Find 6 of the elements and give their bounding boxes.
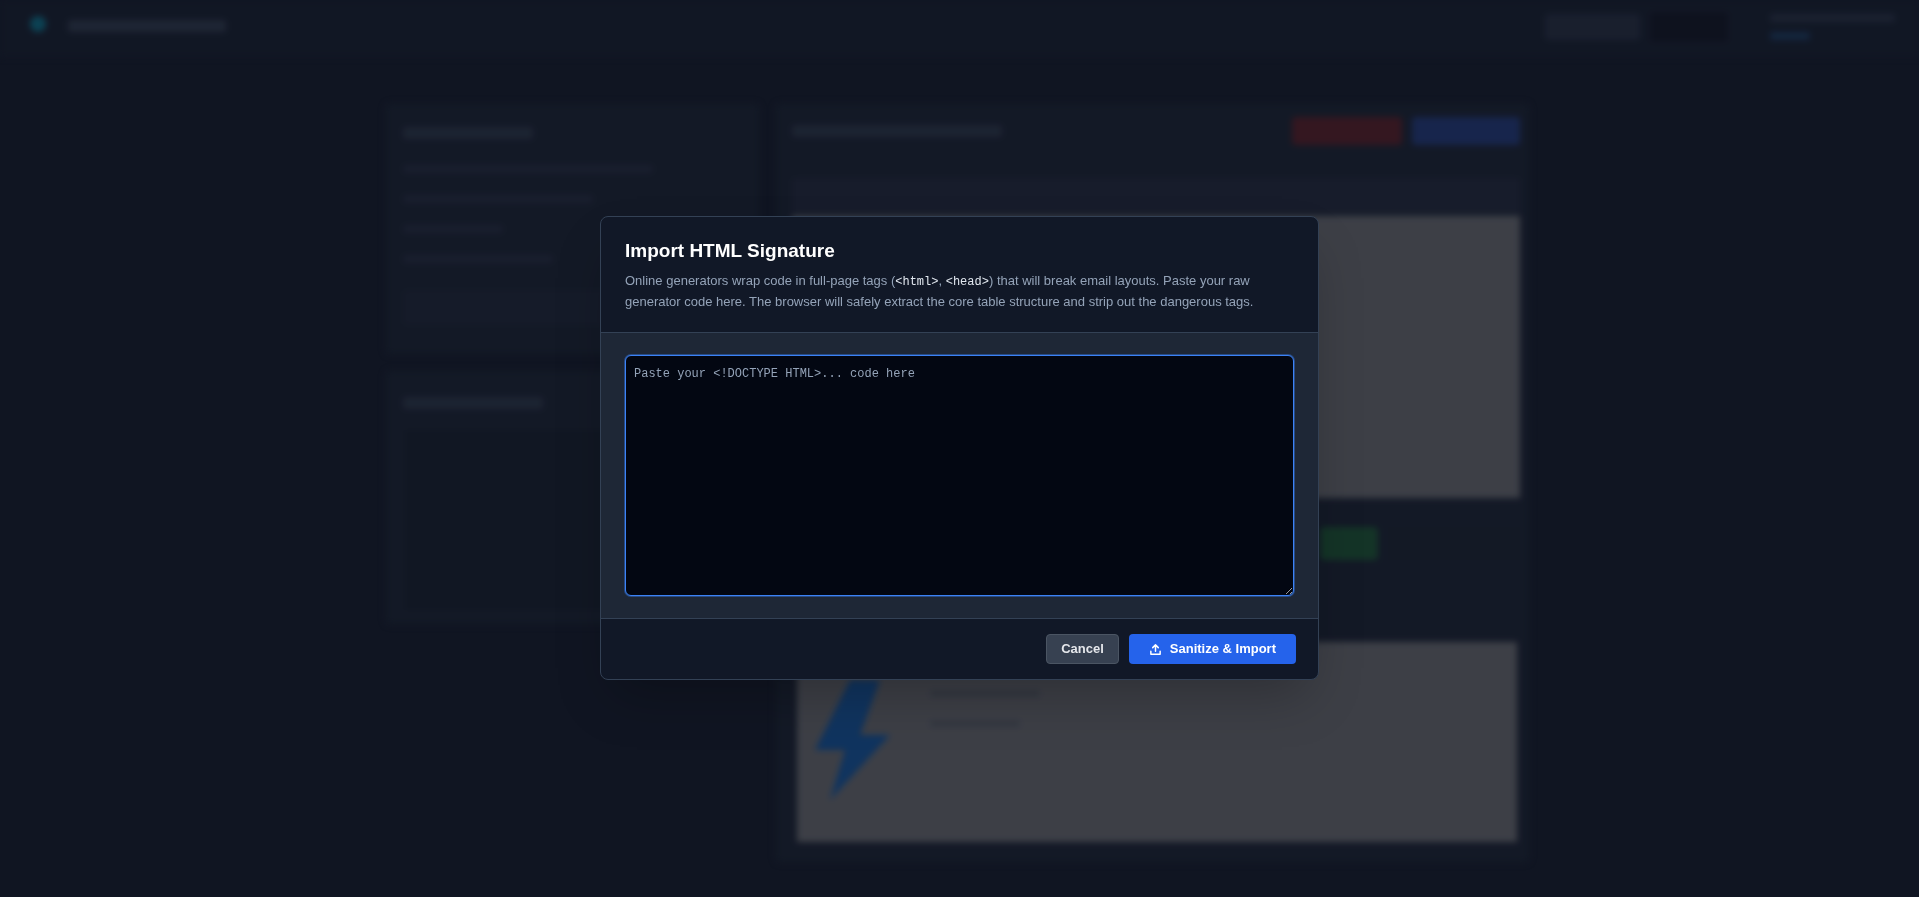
code-input-field[interactable]: Paste your <!DOCTYPE HTML>... code here [625,355,1294,596]
sanitize-import-button[interactable]: Sanitize & Import [1128,634,1296,664]
upload-icon [1148,642,1162,656]
dialog-title: Import HTML Signature [625,239,836,263]
dialog-description: Online generators wrap code in full-page tags (<html>, <head>) that will break email layouts. Paste your raw generator code here. The browser will safely extract the core table structure and strip out the dangerous tags. [625,272,1255,311]
cancel-button[interactable]: Cancel [1046,634,1119,664]
